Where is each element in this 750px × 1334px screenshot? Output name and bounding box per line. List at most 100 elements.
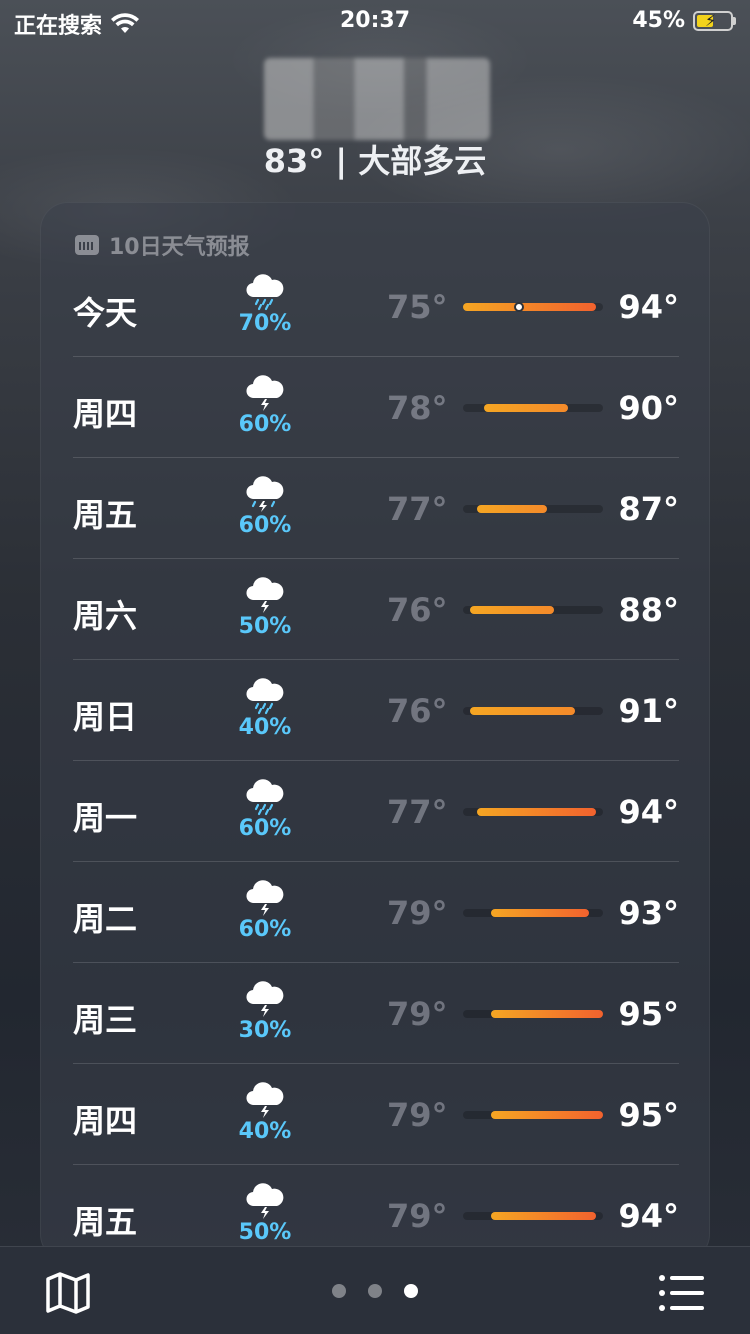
temp-range-bar: [463, 707, 603, 715]
temp-range-fill: [491, 1212, 596, 1220]
temp-range-bar: [463, 808, 603, 816]
battery-status: 45% ⚡: [632, 8, 736, 33]
temp-range-fill: [477, 505, 547, 513]
temp-range-fill: [470, 606, 554, 614]
high-temp: 87°: [618, 490, 679, 528]
location-name-redacted: [264, 58, 490, 140]
low-temp: 79°: [387, 1197, 448, 1235]
thunderstorm-cloud-icon: [233, 1181, 297, 1221]
high-temp: 94°: [618, 288, 679, 326]
forecast-row: 周三 30% 79° 95°: [73, 963, 679, 1064]
temp-range-fill: [470, 707, 575, 715]
precip-chance: 60%: [238, 917, 292, 942]
thunderstorm-cloud-icon: [233, 575, 297, 615]
page-dot[interactable]: [404, 1284, 418, 1298]
precip-chance: 30%: [238, 1018, 292, 1043]
status-bar: 正在搜索 20:37 45% ⚡: [0, 0, 750, 40]
day-label: 周六: [73, 597, 138, 635]
weather-condition: 60%: [233, 878, 297, 942]
thunderstorm-cloud-icon: [233, 373, 297, 413]
battery-percent: 45%: [632, 8, 685, 33]
weather-condition: 40%: [233, 676, 297, 740]
temp-range-fill: [463, 303, 596, 311]
forecast-row: 周四 40% 79° 95°: [73, 1064, 679, 1165]
precip-chance: 40%: [238, 715, 292, 740]
rain-cloud-icon: [233, 777, 297, 817]
low-temp: 79°: [387, 1096, 448, 1134]
day-label: 周五: [73, 1203, 138, 1241]
temp-range-fill: [491, 909, 589, 917]
day-label: 今天: [73, 294, 138, 332]
day-label: 周二: [73, 900, 138, 938]
temp-range-bar: [463, 1010, 603, 1018]
high-temp: 91°: [618, 692, 679, 730]
weather-condition: 50%: [233, 1181, 297, 1245]
weather-condition: 60%: [233, 474, 297, 538]
low-temp: 76°: [387, 591, 448, 629]
rain-cloud-icon: [233, 272, 297, 312]
high-temp: 88°: [618, 591, 679, 629]
temp-range-fill: [491, 1010, 603, 1018]
weather-condition: 60%: [233, 373, 297, 437]
page-indicator[interactable]: [0, 1284, 750, 1298]
low-temp: 78°: [387, 389, 448, 427]
temp-range-bar: [463, 302, 603, 312]
page-dot[interactable]: [368, 1284, 382, 1298]
weather-condition: 50%: [233, 575, 297, 639]
temp-range-fill: [484, 404, 568, 412]
temp-range-bar: [463, 606, 603, 614]
temp-range-bar: [463, 1111, 603, 1119]
temp-range-bar: [463, 1212, 603, 1220]
weather-condition: 40%: [233, 1080, 297, 1144]
thunderstorm-cloud-icon: [233, 979, 297, 1019]
day-label: 周日: [73, 698, 138, 736]
precip-chance: 60%: [238, 816, 292, 841]
list-icon[interactable]: [658, 1273, 706, 1313]
precip-chance: 40%: [238, 1119, 292, 1144]
page-dot[interactable]: [332, 1284, 346, 1298]
low-temp: 76°: [387, 692, 448, 730]
low-temp: 79°: [387, 995, 448, 1033]
calendar-icon: [75, 235, 99, 255]
forecast-row: 周四 60% 78° 90°: [73, 357, 679, 458]
bottom-toolbar: [0, 1246, 750, 1334]
forecast-row: 周五 60% 77° 87°: [73, 458, 679, 559]
temp-range-bar: [463, 505, 603, 513]
day-label: 周四: [73, 1102, 138, 1140]
day-label: 周三: [73, 1001, 138, 1039]
precip-chance: 70%: [238, 311, 292, 336]
current-temp-marker: [514, 302, 524, 312]
high-temp: 95°: [618, 1096, 679, 1134]
ten-day-forecast-card[interactable]: 10日天气预报 今天 70% 75° 94° 周四 60% 78° 90° 周五 60% 77° 87…: [40, 202, 710, 1262]
battery-icon: ⚡: [693, 10, 733, 31]
forecast-row: 周一 60% 77° 94°: [73, 761, 679, 862]
weather-condition: 60%: [233, 777, 297, 841]
forecast-list: 今天 70% 75° 94° 周四 60% 78° 90° 周五 60% 77° 87° 周六 50% 76…: [73, 256, 679, 1266]
precip-chance: 50%: [238, 1220, 292, 1245]
low-temp: 77°: [387, 793, 448, 831]
day-label: 周一: [73, 799, 138, 837]
charging-bolt-icon: ⚡: [705, 10, 717, 30]
high-temp: 94°: [618, 793, 679, 831]
thunderstorm-rain-cloud-icon: [233, 474, 297, 514]
temp-range-fill: [491, 1111, 603, 1119]
rain-cloud-icon: [233, 676, 297, 716]
forecast-row: 周日 40% 76° 91°: [73, 660, 679, 761]
temp-range-bar: [463, 909, 603, 917]
thunderstorm-cloud-icon: [233, 1080, 297, 1120]
forecast-row: 周六 50% 76° 88°: [73, 559, 679, 660]
temp-range-fill: [477, 808, 596, 816]
thunderstorm-cloud-icon: [233, 878, 297, 918]
precip-chance: 60%: [238, 513, 292, 538]
precip-chance: 60%: [238, 412, 292, 437]
high-temp: 94°: [618, 1197, 679, 1235]
weather-condition: 30%: [233, 979, 297, 1043]
forecast-row: 今天 70% 75° 94°: [73, 256, 679, 357]
low-temp: 77°: [387, 490, 448, 528]
precip-chance: 50%: [238, 614, 292, 639]
day-label: 周四: [73, 395, 138, 433]
forecast-row: 周二 60% 79° 93°: [73, 862, 679, 963]
high-temp: 93°: [618, 894, 679, 932]
temp-range-bar: [463, 404, 603, 412]
low-temp: 75°: [387, 288, 448, 326]
